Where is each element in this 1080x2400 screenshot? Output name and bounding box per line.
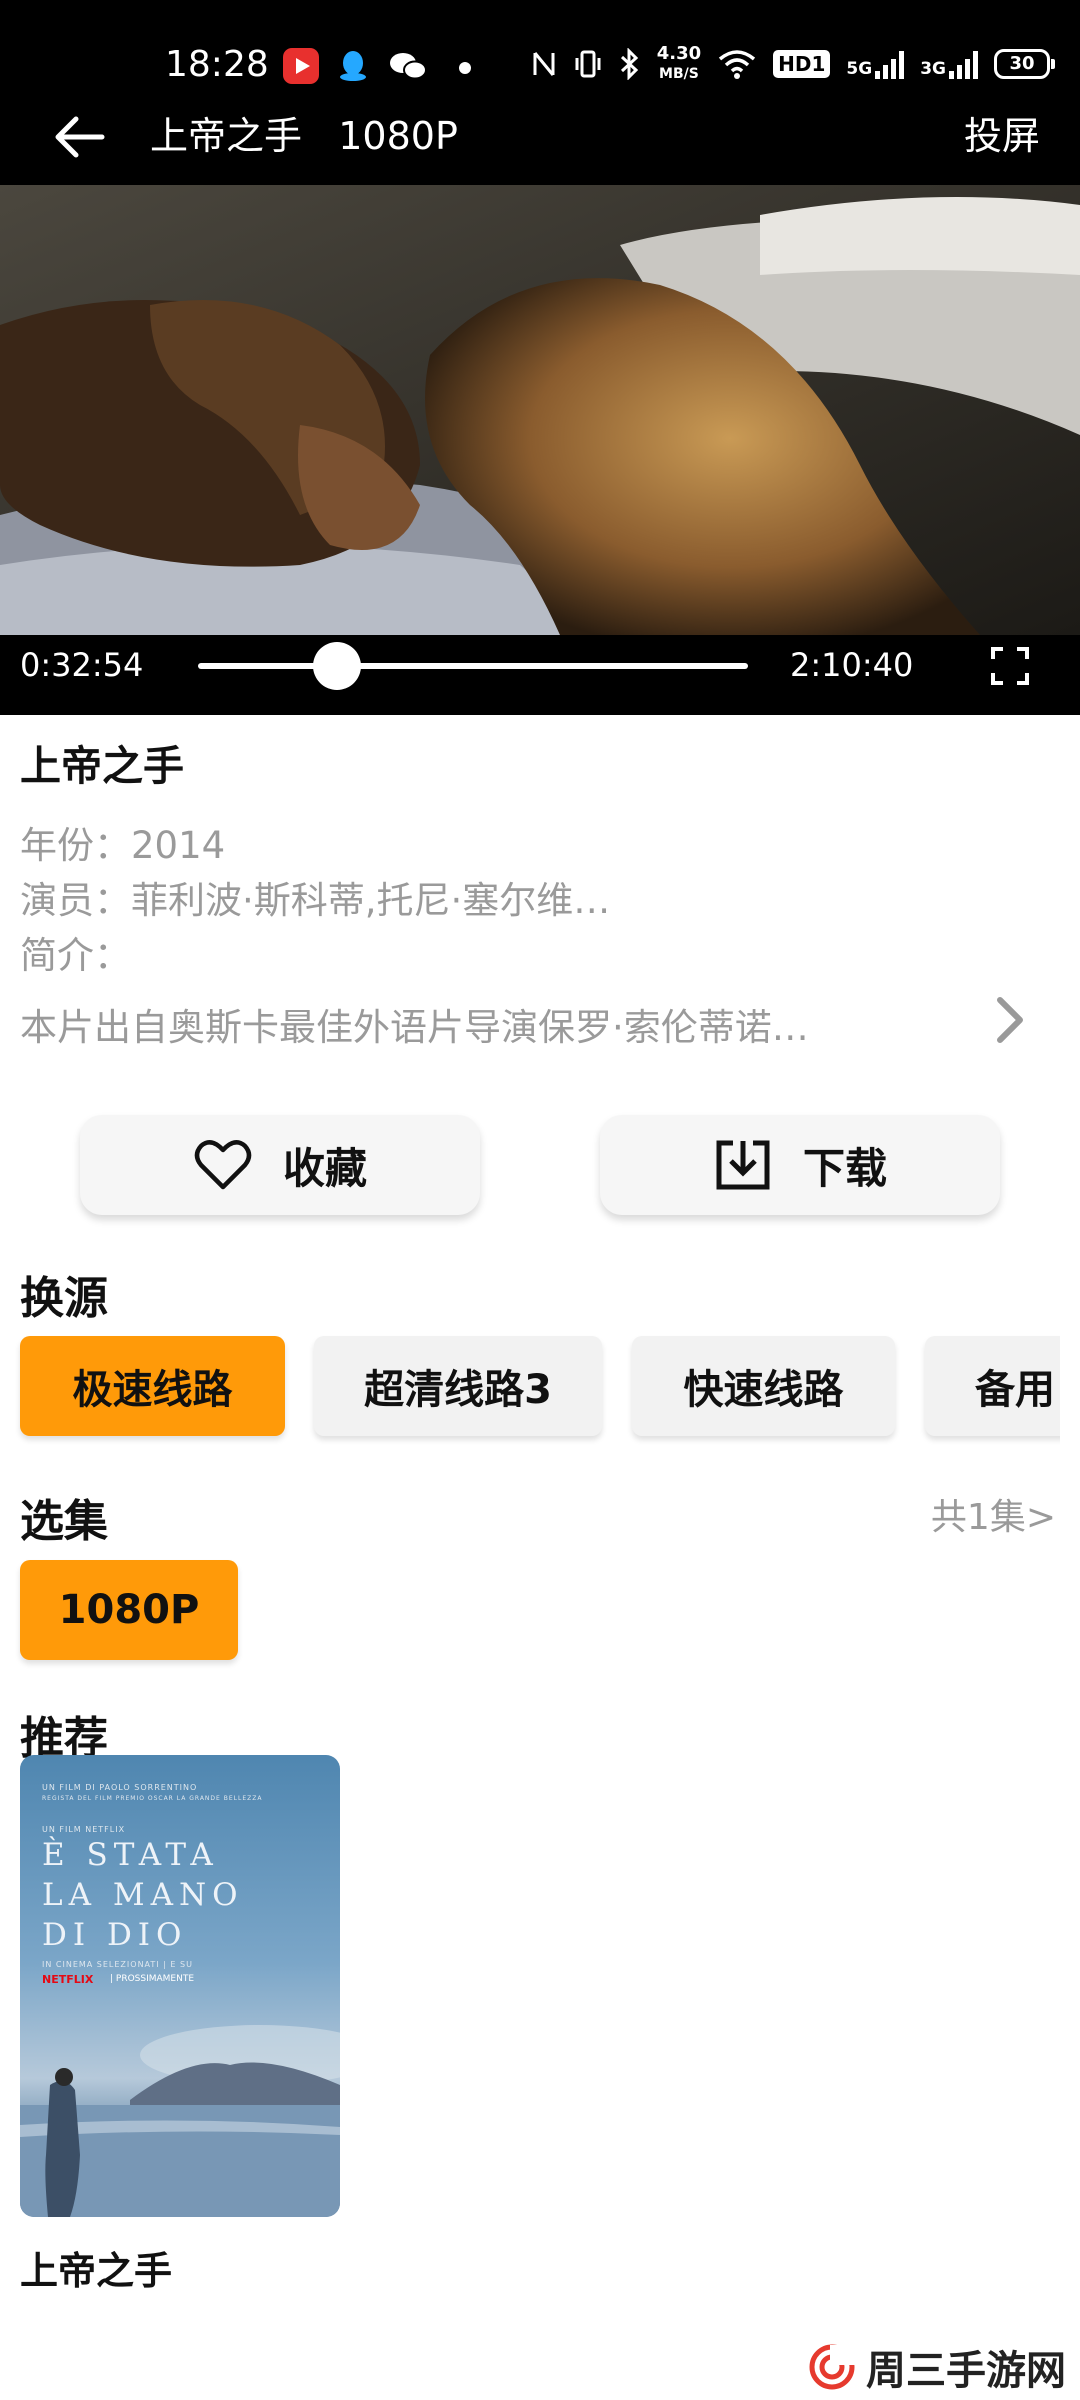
video-title: 上帝之手 1080P <box>150 114 458 158</box>
cast-value: 菲利波·斯科蒂,托尼·塞尔维… <box>131 879 611 922</box>
qq-icon <box>335 48 371 84</box>
bluetooth-icon <box>620 48 638 80</box>
status-time: 18:28 <box>165 44 269 85</box>
watermark-text: 周三手游网 <box>866 2348 1066 2394</box>
signal-bars-icon <box>949 49 978 79</box>
seek-bar[interactable] <box>198 642 748 690</box>
download-button[interactable]: 下载 <box>600 1115 1000 1215</box>
wifi-icon <box>719 50 756 79</box>
recommend-item-name[interactable]: 上帝之手 <box>20 2240 172 2295</box>
notification-dot <box>459 62 471 74</box>
net-speed-value: 4.30 <box>656 43 702 64</box>
net-speed-unit: MB/S <box>659 66 699 82</box>
signal-5g-label: 5G <box>846 59 873 79</box>
source-chip[interactable]: 快速线路 <box>632 1336 895 1436</box>
cast-row: 演员：菲利波·斯科蒂,托尼·塞尔维… <box>20 870 610 924</box>
poster-credit: UN FILM DI PAOLO SORRENTINO <box>42 1783 198 1792</box>
hd-badge: HD1 <box>773 50 831 78</box>
download-icon <box>716 1140 770 1190</box>
seek-thumb[interactable] <box>312 642 361 690</box>
signal-5g: 5G <box>846 49 905 79</box>
net-speed: 4.30 MB/S <box>657 44 701 84</box>
favorite-button[interactable]: 收藏 <box>80 1115 480 1215</box>
video-frame <box>0 185 1080 635</box>
battery-icon: 30 <box>994 49 1055 79</box>
year-value: 2014 <box>131 824 226 867</box>
download-label: 下载 <box>802 1143 887 1193</box>
year-row: 年份：2014 <box>20 815 225 869</box>
poster-brand: NETFLIX <box>42 1973 94 1986</box>
favorite-label: 收藏 <box>282 1143 367 1193</box>
back-arrow-icon[interactable] <box>44 102 114 172</box>
top-bar: 上帝之手 1080P 投屏 <box>0 90 1080 185</box>
synopsis-text[interactable]: 本片出自奥斯卡最佳外语片导演保罗·索伦蒂诺… <box>20 997 809 1051</box>
episode-count-link[interactable]: 共1集> <box>931 1488 1056 1540</box>
signal-bars-icon <box>875 49 905 79</box>
signal-3g-label: 3G <box>920 59 946 79</box>
cast-button[interactable]: 投屏 <box>964 108 1040 164</box>
source-chip[interactable]: 超清线路3 <box>314 1336 602 1436</box>
vibrate-icon <box>575 50 601 78</box>
watermark: 周三手游网 <box>794 2330 1080 2400</box>
recommend-poster[interactable]: UN FILM DI PAOLO SORRENTINO REGISTA DEL … <box>20 1755 340 2217</box>
nfc-icon <box>533 52 555 76</box>
fullscreen-icon[interactable] <box>990 646 1030 686</box>
poster-title-line: DI DIO <box>42 1917 188 1953</box>
wechat-icon <box>388 48 427 84</box>
poster-title-line: È STATA <box>42 1837 219 1873</box>
poster-release: IN CINEMA SELEZIONATI | E SU <box>42 1960 193 1969</box>
episode-chip[interactable]: 1080P <box>20 1560 238 1660</box>
player-controls: 0:32:54 2:10:40 <box>0 635 1080 715</box>
chevron-right-icon[interactable] <box>990 990 1030 1050</box>
episodes-title: 选集 <box>20 1496 108 1547</box>
year-label: 年份： <box>20 824 131 867</box>
synopsis-label: 简介： <box>20 934 131 977</box>
sources-list: 极速线路 超清线路3 快速线路 备用 <box>0 1330 1060 1450</box>
total-time: 2:10:40 <box>790 646 914 684</box>
signal-3g: 3G <box>920 49 978 79</box>
poster-credit-3: UN FILM NETFLIX <box>42 1825 126 1834</box>
poster-soon: | PROSSIMAMENTE <box>110 1974 195 1984</box>
poster-title-line: LA MANO <box>42 1877 244 1913</box>
video-player[interactable]: 0:32:54 2:10:40 <box>0 185 1080 715</box>
source-chip[interactable]: 极速线路 <box>20 1336 285 1436</box>
status-bar: 18:28 4.30 MB/S HD1 5G 3G 30 <box>0 0 1080 90</box>
movie-name: 上帝之手 <box>20 742 184 790</box>
watermark-logo-icon <box>809 2344 856 2390</box>
cast-label: 演员： <box>20 879 131 922</box>
poster-credit-2: REGISTA DEL FILM PREMIO OSCAR LA GRANDE … <box>42 1795 263 1802</box>
current-time: 0:32:54 <box>20 646 144 684</box>
sources-title: 换源 <box>20 1273 108 1324</box>
status-icons: 4.30 MB/S HD1 5G 3G 30 <box>531 44 1055 84</box>
source-chip[interactable]: 备用 <box>925 1336 1060 1436</box>
video-app-icon <box>283 48 319 84</box>
heart-icon <box>194 1140 252 1190</box>
